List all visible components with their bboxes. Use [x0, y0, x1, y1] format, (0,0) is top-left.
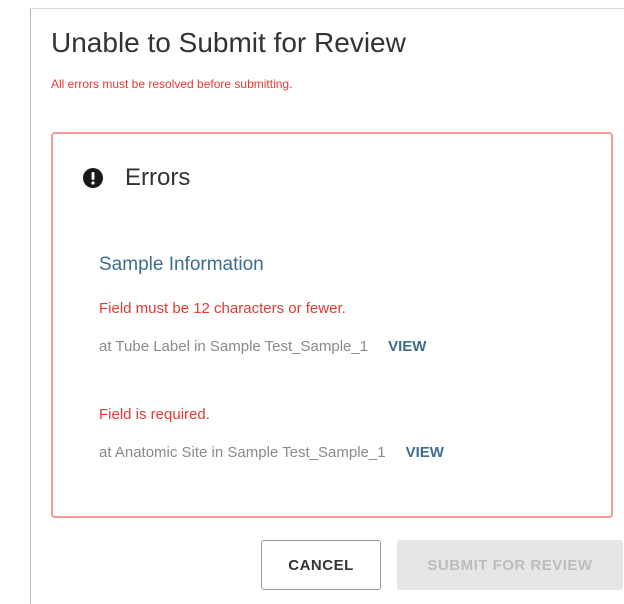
error-message: Field is required. — [99, 406, 210, 423]
dialog-subtitle: All errors must be resolved before submi… — [51, 77, 293, 91]
view-tube-label-link[interactable]: VIEW — [388, 338, 426, 355]
errors-panel-title: Errors — [125, 164, 191, 191]
dialog-title: Unable to Submit for Review — [51, 27, 406, 58]
section-title-sample-information: Sample Information — [99, 254, 264, 275]
submit-review-dialog: Unable to Submit for Review All errors m… — [30, 8, 624, 604]
alert-circle-icon — [83, 168, 103, 188]
error-location: at Anatomic Site in Sample Test_Sample_1… — [99, 444, 444, 461]
view-anatomic-site-link[interactable]: VIEW — [406, 444, 444, 461]
errors-panel-header: Errors — [83, 164, 190, 192]
cancel-button[interactable]: CANCEL — [261, 540, 381, 590]
error-message: Field must be 12 characters or fewer. — [99, 300, 346, 317]
error-location-text: at Anatomic Site in Sample Test_Sample_1 — [99, 444, 386, 461]
errors-panel: Errors Sample Information Field must be … — [51, 132, 613, 518]
submit-for-review-button[interactable]: SUBMIT FOR REVIEW — [397, 540, 623, 590]
error-location: at Tube Label in Sample Test_Sample_1 VIE… — [99, 338, 426, 355]
error-location-text: at Tube Label in Sample Test_Sample_1 — [99, 338, 369, 355]
